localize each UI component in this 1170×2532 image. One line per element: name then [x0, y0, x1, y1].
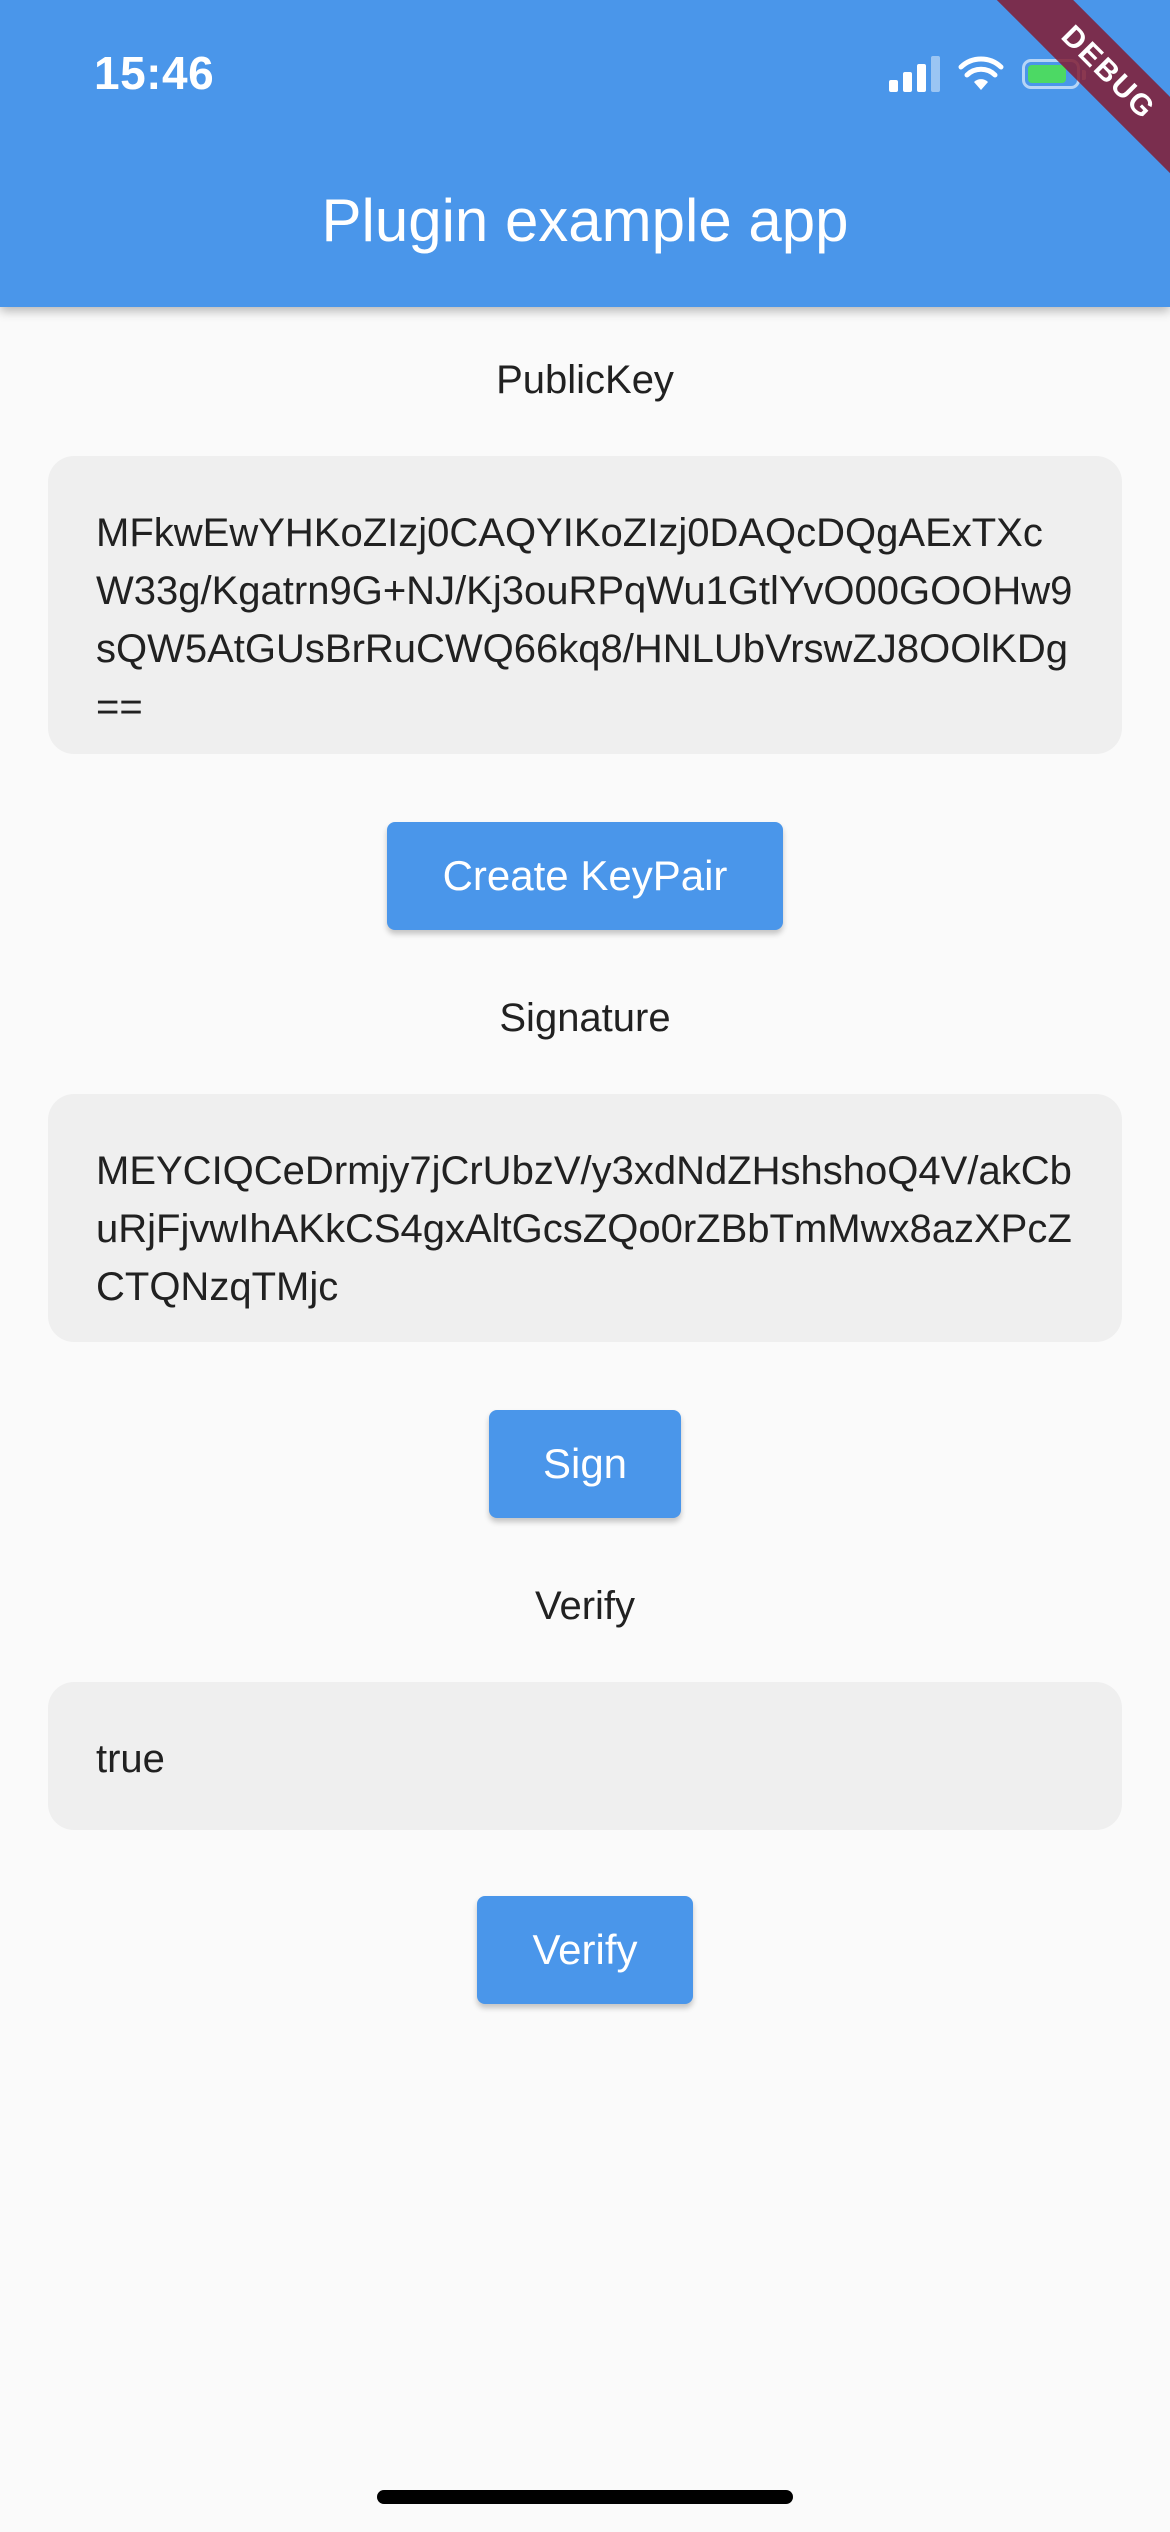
- sign-button[interactable]: Sign: [489, 1410, 681, 1518]
- signature-label: Signature: [499, 996, 671, 1040]
- status-time: 15:46: [94, 47, 215, 99]
- verify-result-field: true: [48, 1682, 1122, 1830]
- debug-banner: DEBUG: [970, 0, 1170, 200]
- signature-field: MEYCIQCeDrmjy7jCrUbzV/y3xdNdZHshshoQ4V/a…: [48, 1094, 1122, 1342]
- debug-banner-label: DEBUG: [982, 0, 1170, 199]
- create-keypair-button[interactable]: Create KeyPair: [387, 822, 783, 930]
- public-key-field: MFkwEwYHKoZIzj0CAQYIKoZIzj0DAQcDQgAExTXc…: [48, 456, 1122, 754]
- cellular-signal-icon: [889, 56, 940, 92]
- verify-button[interactable]: Verify: [477, 1896, 693, 2004]
- home-indicator[interactable]: [377, 2490, 793, 2504]
- verify-label: Verify: [534, 1584, 636, 1628]
- public-key-label: PublicKey: [496, 358, 674, 402]
